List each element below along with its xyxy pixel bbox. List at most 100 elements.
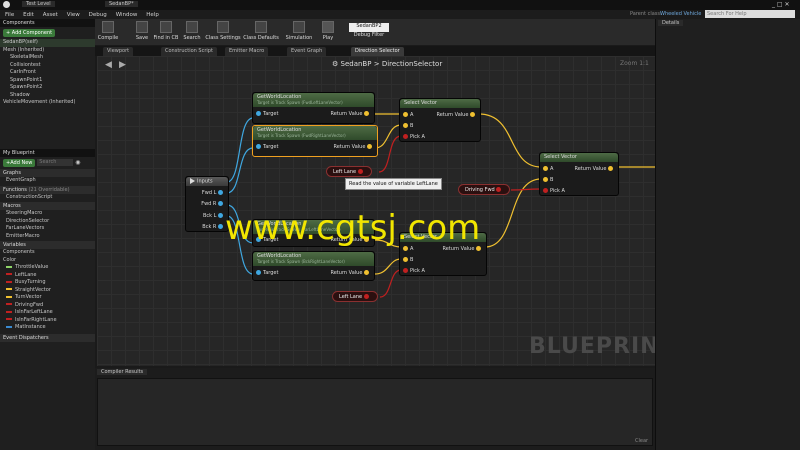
pin-label: Pick A [410,268,425,274]
menu-file[interactable]: File [5,12,14,18]
search-button[interactable]: Search [181,21,203,41]
pin-b[interactable]: B [403,123,413,129]
pin-a[interactable]: A [403,112,413,118]
debug-filter-dropdown[interactable]: SedanBP2 Debug Filter [349,21,389,38]
return-value-pin[interactable]: Return Value [574,166,615,172]
pin-pick-a[interactable]: Pick A [403,268,425,274]
pin-label: Return Value [574,166,607,172]
my-blueprint-header: My Blueprint [0,149,95,157]
pin-a[interactable]: A [543,166,553,172]
macro-item[interactable]: FarLaneVectors [0,225,95,233]
variable-item[interactable]: IsInFarLeftLane [0,309,95,317]
return-value-pin[interactable]: Return Value [330,270,371,276]
event-dispatchers-category[interactable]: Event Dispatchers [0,333,95,342]
variable-item[interactable]: DrivingFwd [0,302,95,310]
find-in-cb-button[interactable]: Find in CB [153,21,179,41]
menu-asset[interactable]: Asset [43,12,58,18]
tab-direction-selector[interactable]: Direction Selector [351,47,404,56]
target-pin[interactable]: Target [256,270,278,276]
component-self[interactable]: SedanBP(self) [0,39,95,47]
macro-item[interactable]: SteeringMacro [0,210,95,218]
component-item[interactable]: SpawnPoint1 [0,77,95,85]
pin-fwd-r[interactable]: Fwd R [201,201,225,207]
menu-debug[interactable]: Debug [89,12,107,18]
color-subcategory[interactable]: Color [0,257,95,265]
target-pin[interactable]: Target [256,111,278,117]
inputs-node[interactable]: Inputs Fwd L Fwd R Bck L Bck R [185,176,229,232]
pin-bck-r[interactable]: Bck R [202,224,225,230]
component-item[interactable]: SkeletalMesh [0,54,95,62]
variable-item[interactable]: ThrottleValue [0,264,95,272]
get-world-location-node-selected[interactable]: GetWorldLocation Target is Track Spawn (F… [252,125,378,157]
menu-help[interactable]: Help [146,12,159,18]
pin-pick-a[interactable]: Pick A [403,134,425,140]
simulation-button[interactable]: Simulation [285,21,313,41]
tab-emitter-macro[interactable]: Emitter Macro [225,47,269,56]
component-item[interactable]: VehicleMovement (Inherited) [0,99,95,107]
class-defaults-button[interactable]: Class Defaults [243,21,279,41]
pin-b[interactable]: B [403,257,413,263]
parent-class-link[interactable]: Wheeled Vehicle [660,11,701,17]
blueprint-search-input[interactable]: Search [37,159,74,166]
variable-item[interactable]: TurnVector [0,294,95,302]
clear-button[interactable]: Clear [635,438,648,444]
return-value-pin[interactable]: Return Value [330,111,371,117]
target-pin[interactable]: Target [256,144,278,150]
macro-item[interactable]: DirectionSelector [0,218,95,226]
graphs-category[interactable]: Graphs [0,169,95,177]
pin-b[interactable]: B [543,177,553,183]
macro-item[interactable]: EmitterMacro [0,233,95,241]
menu-edit[interactable]: Edit [23,12,34,18]
window-tab-blueprint[interactable]: SedanBP* [105,1,138,7]
tab-event-graph[interactable]: Event Graph [287,47,327,56]
menu-window[interactable]: Window [116,12,138,18]
tab-viewport[interactable]: Viewport [103,47,134,56]
compiler-results-tab[interactable]: Compiler Results [97,369,148,375]
variable-item[interactable]: BusyTurning [0,279,95,287]
class-settings-button[interactable]: Class Settings [205,21,241,41]
left-lane-variable-node[interactable]: Left Lane [332,291,378,302]
help-search-input[interactable]: Search For Help [705,10,795,18]
components-subcategory[interactable]: Components [0,249,95,257]
component-item[interactable]: Mesh (Inherited) [0,47,95,55]
variable-type-swatch-icon [6,280,12,283]
variable-name: ThrottleValue [15,264,49,270]
event-graph-item[interactable]: EventGraph [0,177,95,185]
variable-item[interactable]: IsInFarRightLane [0,317,95,325]
left-lane-variable-node[interactable]: Left Lane [326,166,372,177]
play-button[interactable]: Play [317,21,339,41]
functions-category[interactable]: Functions (21 Overridable) [0,185,95,194]
variable-name: LeftLane [15,271,37,278]
details-tab[interactable]: Details [658,20,684,26]
driving-fwd-variable-node[interactable]: Driving Fwd [458,184,511,195]
select-vector-node[interactable]: Select Vector A B Pick A Return Value [399,98,481,142]
component-item[interactable]: CarInFront [0,69,95,77]
component-item[interactable]: SpawnPoint2 [0,84,95,92]
add-component-button[interactable]: + Add Component [3,29,56,37]
add-new-button[interactable]: +Add New [3,159,36,167]
component-item[interactable]: Shadow [0,92,95,100]
window-controls[interactable]: _ □ ✕ [772,1,790,8]
get-world-location-node[interactable]: GetWorldLocation Target is Track Spawn (F… [252,92,375,124]
return-value-pin[interactable]: Return Value [333,144,374,150]
menu-view[interactable]: View [67,12,80,18]
variable-item[interactable]: LeftLane [0,272,95,280]
pin-bck-l[interactable]: Bck L [203,213,225,219]
tab-construction-script[interactable]: Construction Script [161,47,217,56]
select-vector-node[interactable]: Select Vector A B Pick A Return Value [539,152,619,196]
construction-script-item[interactable]: ConstructionScript [0,194,95,202]
component-item[interactable]: Collisiontest [0,62,95,70]
variables-category[interactable]: Variables [0,241,95,249]
compile-button[interactable]: Compile [97,21,119,41]
find-label: Find in CB [153,35,179,41]
eye-icon[interactable]: ◉ [75,159,80,166]
macros-category[interactable]: Macros [0,202,95,210]
variable-item[interactable]: MatInstance [0,324,95,332]
pin-pick-a[interactable]: Pick A [543,188,565,194]
get-world-location-node[interactable]: GetWorldLocation Target is Track Spawn (B… [252,251,375,281]
pin-fwd-l[interactable]: Fwd L [202,190,225,196]
window-tab-level[interactable]: Test Level [22,1,55,7]
return-value-pin[interactable]: Return Value [436,112,477,118]
variable-item[interactable]: StraightVector [0,287,95,295]
save-button[interactable]: Save [131,21,153,41]
